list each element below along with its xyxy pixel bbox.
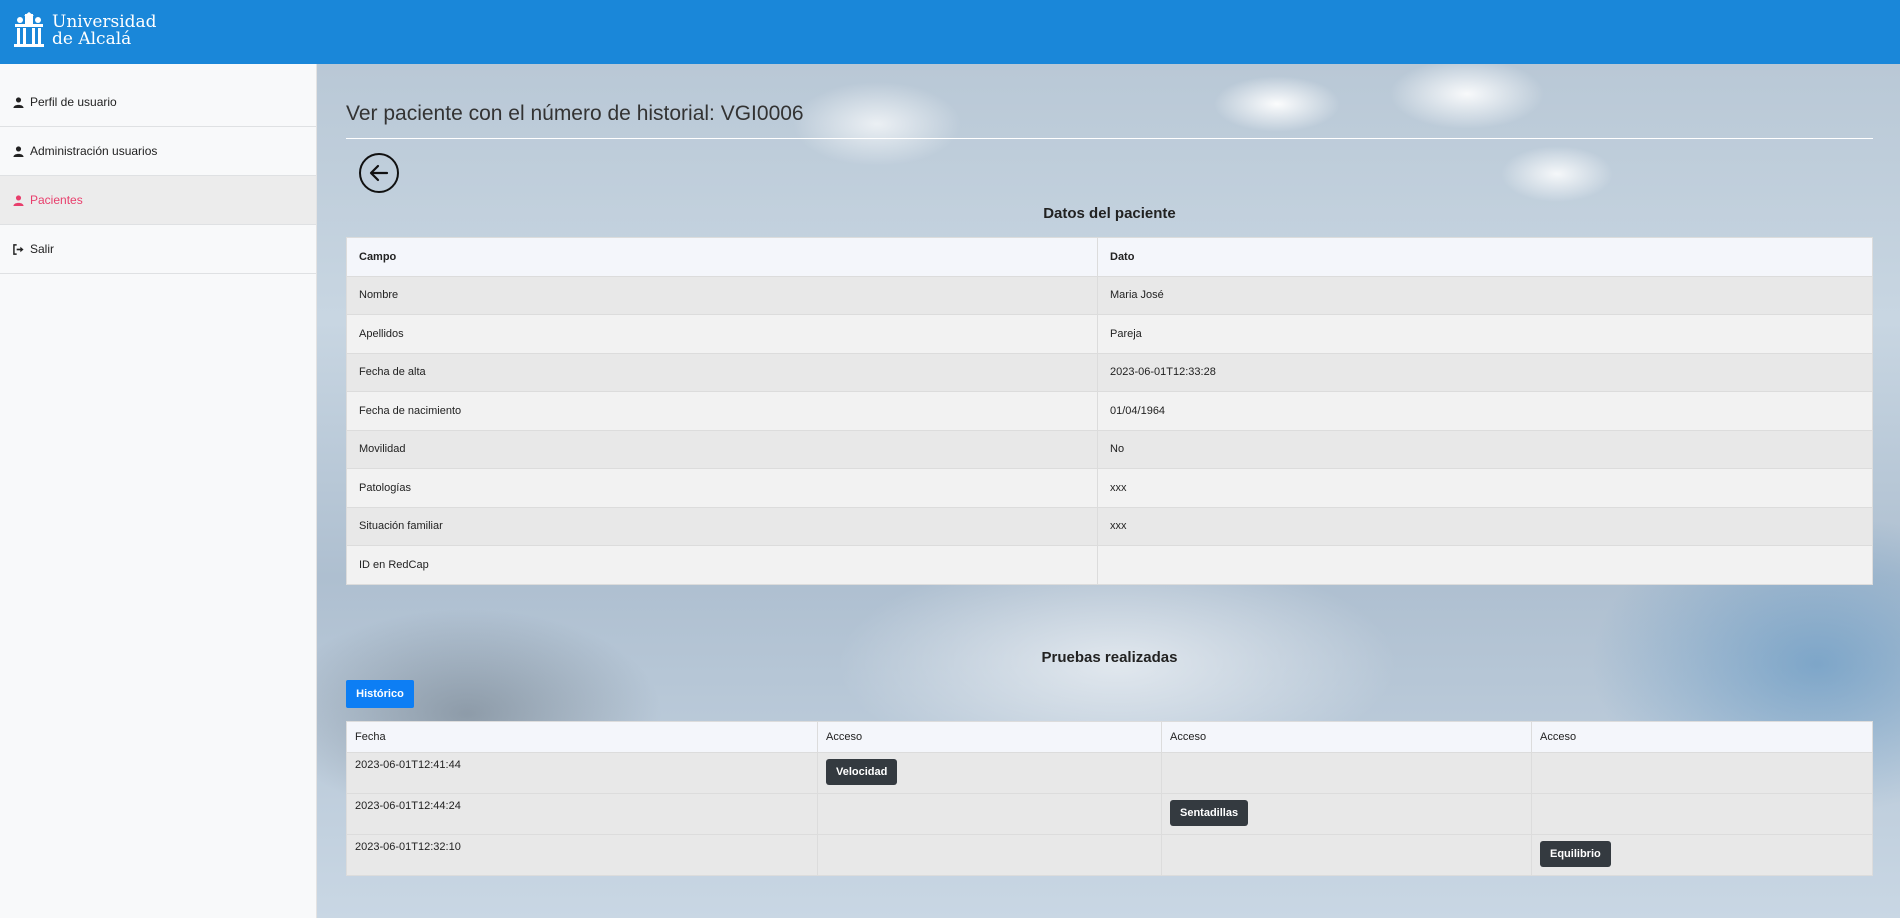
- user-icon: [13, 145, 24, 157]
- field-value-cell: 2023-06-01T12:33:28: [1097, 352, 1873, 392]
- table-row: 2023-06-01T12:41:44 Velocidad: [346, 752, 1873, 794]
- test-date-cell: 2023-06-01T12:44:24: [346, 793, 818, 835]
- page-title: Ver paciente con el número de historial:…: [346, 102, 804, 125]
- field-name-cell: Movilidad: [346, 429, 1098, 469]
- table-row: Situación familiar xxx: [346, 506, 1873, 546]
- access-cell: [817, 834, 1162, 876]
- sidebar-item-salir[interactable]: Salir: [0, 225, 316, 274]
- back-button[interactable]: [359, 153, 399, 193]
- access-cell: Equilibrio: [1531, 834, 1873, 876]
- logo-line-2: de Alcalá: [52, 29, 132, 49]
- field-name-cell: Fecha de alta: [346, 352, 1098, 392]
- sidebar-item-pacientes[interactable]: Pacientes: [0, 176, 316, 225]
- test-date-cell: 2023-06-01T12:41:44: [346, 752, 818, 794]
- main-content: Ver paciente con el número de historial:…: [317, 64, 1900, 918]
- tests-table: Fecha Acceso Acceso Acceso 2023-06-01T12…: [346, 721, 1873, 876]
- sidebar-item-label: Administración usuarios: [30, 144, 158, 158]
- field-value-cell: xxx: [1097, 506, 1873, 546]
- field-name-cell: Nombre: [346, 275, 1098, 315]
- access-cell: Sentadillas: [1161, 793, 1532, 835]
- field-name-cell: Patologías: [346, 468, 1098, 508]
- table-row: ID en RedCap: [346, 545, 1873, 585]
- table-row: 2023-06-01T12:32:10 Equilibrio: [346, 834, 1873, 876]
- user-icon: [13, 96, 24, 108]
- field-name-cell: ID en RedCap: [346, 545, 1098, 585]
- access-cell: [1531, 793, 1873, 835]
- crest-icon: [14, 12, 44, 47]
- column-header-dato: Dato: [1097, 237, 1873, 277]
- table-row: Apellidos Pareja: [346, 314, 1873, 354]
- sidebar-item-label: Salir: [30, 242, 55, 256]
- field-value-cell: 01/04/1964: [1097, 391, 1873, 431]
- field-value-cell: No: [1097, 429, 1873, 469]
- velocidad-button[interactable]: Velocidad: [826, 759, 898, 785]
- field-name-cell: Apellidos: [346, 314, 1098, 354]
- user-icon: [13, 194, 24, 206]
- sidebar-item-label: Pacientes: [30, 193, 83, 207]
- column-header-fecha: Fecha: [346, 721, 818, 753]
- access-cell: [817, 793, 1162, 835]
- table-row: Fecha de alta 2023-06-01T12:33:28: [346, 352, 1873, 392]
- table-header-row: Campo Dato: [346, 237, 1873, 277]
- field-name-cell: Situación familiar: [346, 506, 1098, 546]
- sign-out-icon: [13, 243, 24, 255]
- column-header-acceso: Acceso: [1161, 721, 1532, 753]
- patient-data-table: Campo Dato Nombre Maria José Apellidos Pare…: [346, 237, 1873, 585]
- table-row: Nombre Maria José: [346, 275, 1873, 315]
- tests-section-title: Pruebas realizadas: [1041, 649, 1178, 666]
- field-value-cell: xxx: [1097, 468, 1873, 508]
- access-cell: [1531, 752, 1873, 794]
- university-logo[interactable]: Universidad de Alcalá: [12, 12, 157, 50]
- patient-section-title: Datos del paciente: [1043, 205, 1176, 222]
- table-header-row: Fecha Acceso Acceso Acceso: [346, 721, 1873, 753]
- title-divider: [346, 138, 1873, 139]
- field-value-cell: Maria José: [1097, 275, 1873, 315]
- sidebar-item-label: Perfil de usuario: [30, 95, 117, 109]
- access-cell: Velocidad: [817, 752, 1162, 794]
- field-value-cell: Pareja: [1097, 314, 1873, 354]
- column-header-acceso: Acceso: [1531, 721, 1873, 753]
- field-name-cell: Fecha de nacimiento: [346, 391, 1098, 431]
- sentadillas-button[interactable]: Sentadillas: [1170, 800, 1249, 826]
- column-header-acceso: Acceso: [817, 721, 1162, 753]
- table-row: Fecha de nacimiento 01/04/1964: [346, 391, 1873, 431]
- table-row: 2023-06-01T12:44:24 Sentadillas: [346, 793, 1873, 835]
- field-value-cell: [1097, 545, 1873, 585]
- equilibrio-button[interactable]: Equilibrio: [1540, 841, 1611, 867]
- top-header: Universidad de Alcalá: [0, 0, 1900, 64]
- table-row: Patologías xxx: [346, 468, 1873, 508]
- arrow-left-icon: [369, 164, 389, 182]
- test-date-cell: 2023-06-01T12:32:10: [346, 834, 818, 876]
- sidebar-item-administracion[interactable]: Administración usuarios: [0, 127, 316, 176]
- sidebar-item-perfil[interactable]: Perfil de usuario: [0, 78, 316, 127]
- sidebar: Perfil de usuario Administración usuario…: [0, 64, 317, 918]
- table-row: Movilidad No: [346, 429, 1873, 469]
- logo-text: Universidad de Alcalá: [52, 14, 157, 48]
- access-cell: [1161, 834, 1532, 876]
- access-cell: [1161, 752, 1532, 794]
- historico-button[interactable]: Histórico: [346, 680, 414, 708]
- column-header-campo: Campo: [346, 237, 1098, 277]
